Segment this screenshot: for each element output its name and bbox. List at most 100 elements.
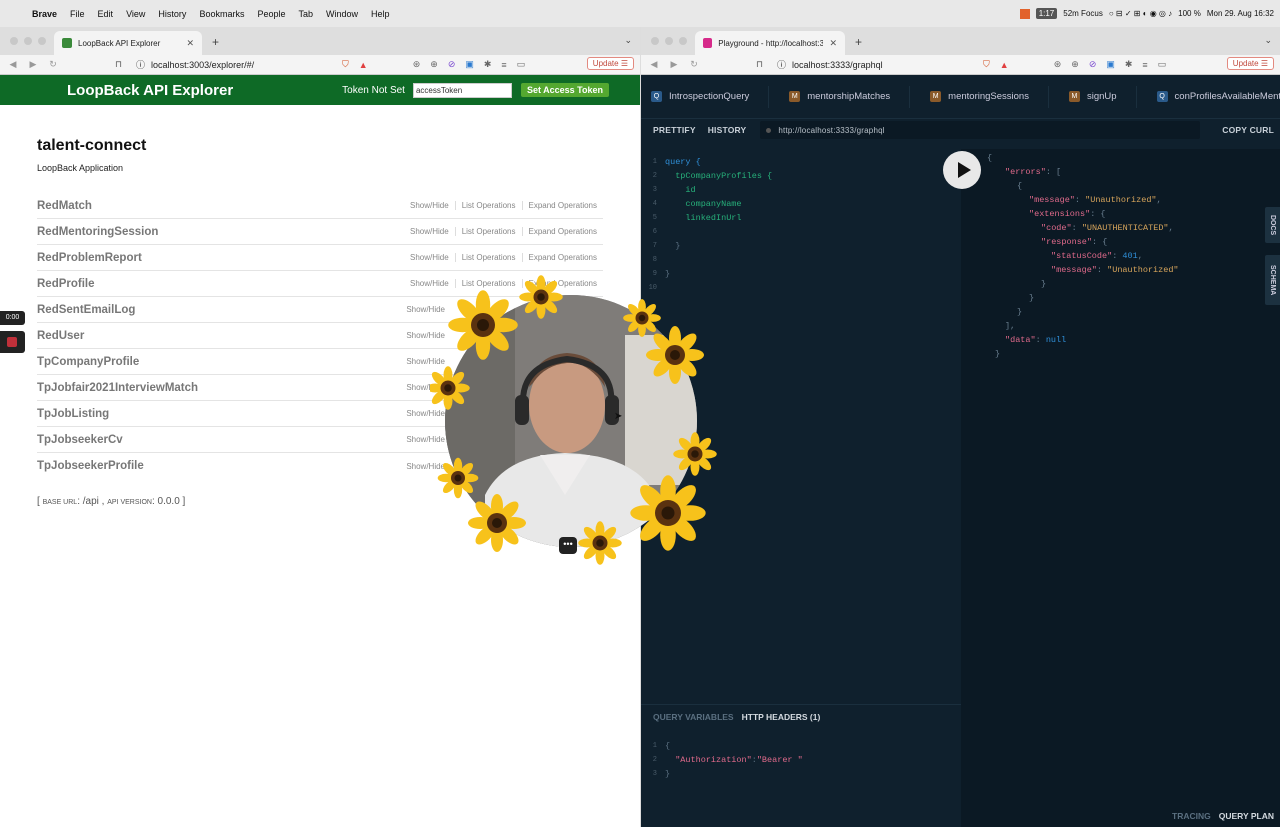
menu-icon[interactable]: ≡ <box>1142 60 1147 70</box>
menu-window[interactable]: Window <box>326 9 358 19</box>
resource-name[interactable]: RedProblemReport <box>37 252 142 264</box>
show-hide-link[interactable]: Show/Hide <box>404 227 455 236</box>
list-operations-link[interactable]: List Operations <box>454 253 522 262</box>
bookmark-icon[interactable]: ⊓ <box>756 59 763 70</box>
query-tab[interactable]: MmentoringSessions <box>920 85 1059 108</box>
resource-name[interactable]: TpJobfair2021InterviewMatch <box>37 382 198 394</box>
recording-status-icon[interactable] <box>1019 8 1030 19</box>
query-plan-tab[interactable]: QUERY PLAN <box>1219 811 1274 821</box>
endpoint-input[interactable]: http://localhost:3333/graphql <box>760 121 1201 139</box>
timer-badge[interactable]: 1:17 <box>1035 8 1058 19</box>
menu-people[interactable]: People <box>257 9 285 19</box>
close-window-button[interactable] <box>10 37 18 45</box>
resource-name[interactable]: RedSentEmailLog <box>37 304 135 316</box>
query-tab[interactable]: Q IntrospectionQuery <box>641 85 779 108</box>
minimize-window-button[interactable] <box>665 37 673 45</box>
wallet-icon[interactable]: ▭ <box>1158 59 1167 70</box>
url-field[interactable]: ⓘ localhost:3333/graphql <box>777 58 973 71</box>
url-field[interactable]: ⓘ localhost:3003/explorer/#/ <box>136 58 332 71</box>
bookmark-icon[interactable]: ⊓ <box>115 59 122 70</box>
back-icon[interactable]: ◀ <box>6 59 20 70</box>
focus-status[interactable]: 52m Focus <box>1063 9 1103 18</box>
tracing-tab[interactable]: TRACING <box>1172 811 1211 821</box>
extension-icon[interactable]: ⊘ <box>448 59 456 70</box>
resource-name[interactable]: RedMatch <box>37 200 92 212</box>
brave-rewards-icon[interactable]: ▲ <box>359 60 368 70</box>
forward-icon[interactable]: ▶ <box>26 59 40 70</box>
resource-name[interactable]: TpJobListing <box>37 408 109 420</box>
headers-editor[interactable]: 1{ 2 "Authorization": "Bearer " 3} <box>641 739 961 781</box>
info-icon[interactable]: ⓘ <box>136 58 145 71</box>
show-hide-link[interactable]: Show/Hide <box>404 201 455 210</box>
info-icon[interactable]: ⓘ <box>777 58 786 71</box>
wallet-icon[interactable]: ▭ <box>517 59 526 70</box>
close-tab-icon[interactable]: ✕ <box>186 38 194 49</box>
browser-tab-loopback[interactable]: LoopBack API Explorer ✕ <box>54 31 202 55</box>
access-token-input[interactable] <box>412 82 512 98</box>
brave-shield-icon[interactable]: ⛉ <box>342 59 349 70</box>
copy-curl-button[interactable]: COPY CURL <box>1222 125 1274 135</box>
schema-tab[interactable]: SCHEMA <box>1265 255 1280 305</box>
query-tab[interactable]: QconProfilesAvailableMentors <box>1147 91 1280 102</box>
menu-bookmarks[interactable]: Bookmarks <box>199 9 244 19</box>
reload-icon[interactable]: ↻ <box>46 59 60 70</box>
puzzle-icon[interactable]: ✱ <box>1125 59 1133 70</box>
extension-icon[interactable]: ⊛ <box>1054 59 1062 70</box>
resource-name[interactable]: TpJobseekerProfile <box>37 460 144 472</box>
list-operations-link[interactable]: List Operations <box>454 227 522 236</box>
resource-name[interactable]: RedUser <box>37 330 84 342</box>
resource-name[interactable]: TpCompanyProfile <box>37 356 139 368</box>
minimize-window-button[interactable] <box>24 37 32 45</box>
execute-query-button[interactable] <box>943 151 981 189</box>
menu-icon[interactable]: ≡ <box>501 60 506 70</box>
menu-history[interactable]: History <box>158 9 186 19</box>
show-hide-link[interactable]: Show/Hide <box>404 253 455 262</box>
resource-name[interactable]: TpJobseekerCv <box>37 434 123 446</box>
url-text[interactable]: localhost:3333/graphql <box>792 60 883 70</box>
expand-operations-link[interactable]: Expand Operations <box>521 201 604 210</box>
resource-name[interactable]: RedProfile <box>37 278 95 290</box>
history-button[interactable]: HISTORY <box>702 125 753 135</box>
url-text[interactable]: localhost:3003/explorer/#/ <box>151 60 254 70</box>
brave-shield-icon[interactable]: ⛉ <box>983 59 990 70</box>
query-variables-tab[interactable]: QUERY VARIABLES <box>653 712 734 722</box>
datetime[interactable]: Mon 29. Aug 16:32 <box>1207 9 1274 18</box>
forward-icon[interactable]: ▶ <box>667 59 681 70</box>
list-operations-link[interactable]: List Operations <box>454 201 522 210</box>
query-tab[interactable]: MmentorshipMatches <box>779 85 920 108</box>
menu-app-brave[interactable]: Brave <box>32 9 57 19</box>
resource-name[interactable]: RedMentoringSession <box>37 226 158 238</box>
extension-icon[interactable]: ⊕ <box>430 59 438 70</box>
update-button[interactable]: Update ☰ <box>1226 57 1274 70</box>
menu-edit[interactable]: Edit <box>98 9 114 19</box>
more-options-button[interactable]: ••• <box>559 537 577 554</box>
close-tab-icon[interactable]: ✕ <box>829 38 837 49</box>
zoom-window-button[interactable] <box>38 37 46 45</box>
extension-icon[interactable]: ⊕ <box>1071 59 1079 70</box>
stop-recording-button[interactable] <box>0 331 25 353</box>
back-icon[interactable]: ◀ <box>647 59 661 70</box>
new-tab-icon[interactable]: + <box>202 35 229 55</box>
menu-view[interactable]: View <box>126 9 145 19</box>
menu-help[interactable]: Help <box>371 9 390 19</box>
reload-icon[interactable]: ↻ <box>687 59 701 70</box>
expand-operations-link[interactable]: Expand Operations <box>521 253 604 262</box>
new-tab-icon[interactable]: + <box>845 35 872 55</box>
update-button[interactable]: Update ☰ <box>586 57 634 70</box>
browser-tab-playground[interactable]: Playground - http://localhost:3… ✕ <box>695 31 845 55</box>
http-headers-tab[interactable]: HTTP HEADERS (1) <box>742 712 821 722</box>
menu-tab[interactable]: Tab <box>298 9 313 19</box>
extension-icon[interactable]: ⊘ <box>1089 59 1097 70</box>
set-access-token-button[interactable]: Set Access Token <box>520 83 609 97</box>
extension-icon[interactable]: ⊛ <box>413 59 421 70</box>
expand-operations-link[interactable]: Expand Operations <box>521 227 604 236</box>
extension-icon[interactable]: ▣ <box>465 59 474 70</box>
menu-file[interactable]: File <box>70 9 85 19</box>
brave-rewards-icon[interactable]: ▲ <box>1000 60 1009 70</box>
zoom-window-button[interactable] <box>679 37 687 45</box>
battery-status[interactable]: 100 % <box>1178 9 1201 18</box>
control-icons[interactable]: ○ ⊟ ✓ ⊞ ◐ ◉ ◎ ♪ <box>1109 9 1172 18</box>
close-window-button[interactable] <box>651 37 659 45</box>
query-tab[interactable]: MsignUp <box>1059 85 1147 108</box>
extension-icon[interactable]: ▣ <box>1106 59 1115 70</box>
